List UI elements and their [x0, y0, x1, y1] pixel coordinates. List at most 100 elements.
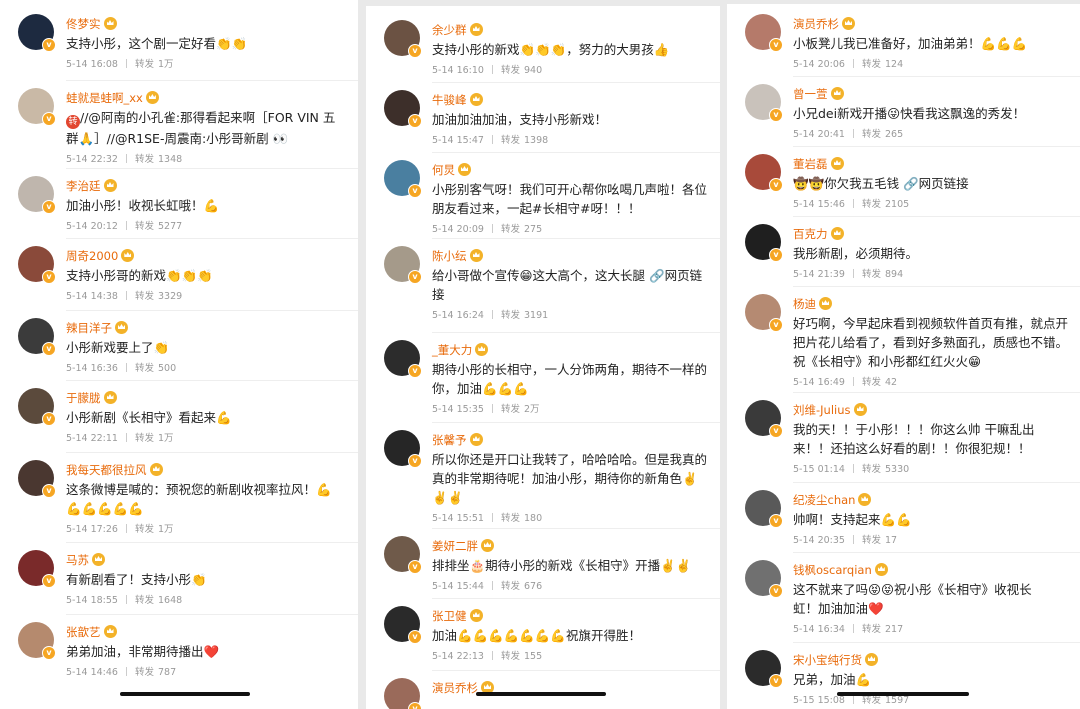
- repost-label[interactable]: 转发: [135, 667, 154, 678]
- comment-text: 朋友看过来，一起#长相守#呀！！！: [432, 201, 641, 216]
- meta-separator: [852, 129, 854, 138]
- repost-label[interactable]: 转发: [135, 154, 154, 165]
- meta-separator: [125, 595, 127, 604]
- repost-label[interactable]: 转发: [862, 377, 881, 388]
- username-link[interactable]: 张馨予: [432, 433, 467, 447]
- member-crown-icon: [475, 343, 489, 356]
- verified-badge-icon: v: [408, 630, 422, 644]
- divider: [432, 152, 720, 153]
- username-link[interactable]: 董岩磊: [793, 157, 828, 171]
- comment-meta: 5-14 21:39 转发 894: [793, 268, 1070, 282]
- repost-label[interactable]: 转发: [862, 129, 881, 140]
- meta-separator: [125, 291, 127, 300]
- home-indicator[interactable]: [476, 692, 606, 696]
- username-link[interactable]: 牛骏峰: [432, 93, 467, 107]
- username-link[interactable]: 马苏: [66, 553, 89, 567]
- meta-separator: [852, 199, 854, 208]
- username-link[interactable]: 辣目洋子: [66, 321, 112, 335]
- username-link[interactable]: 纪凌尘chan: [793, 493, 855, 507]
- username-link[interactable]: 宋小宝纯行货: [793, 653, 862, 667]
- username-link[interactable]: 演员乔杉: [432, 681, 478, 695]
- repost-count: 180: [523, 513, 543, 524]
- comment-text: 我彤新剧，必须期待。: [793, 246, 919, 261]
- comment-text: ✌️✌️: [432, 490, 464, 505]
- username-link[interactable]: 周奇2000: [66, 249, 118, 263]
- meta-separator: [125, 363, 127, 372]
- member-crown-icon: [469, 93, 483, 106]
- comment-meta: 5-15 15:08 转发 1597: [793, 694, 1070, 708]
- username-link[interactable]: 余少群: [432, 23, 467, 37]
- username-link[interactable]: 杨迪: [793, 297, 816, 311]
- username-link[interactable]: 蛙就是蛙啊_xx: [66, 91, 143, 105]
- meta-separator: [125, 154, 127, 163]
- username-link[interactable]: 演员乔杉: [793, 17, 839, 31]
- repost-label[interactable]: 转发: [501, 224, 520, 235]
- meta-separator: [852, 695, 854, 704]
- repost-label[interactable]: 转发: [135, 524, 154, 535]
- username-link[interactable]: 姜妍二胖: [432, 539, 478, 553]
- comment-column-1: v 佟梦实 支持小彤，这个剧一定好看👏👏 5-14 16:08 转发 1万 v 蛙就是蛙啊_x…: [0, 0, 358, 709]
- repost-count: 676: [523, 581, 543, 592]
- repost-label[interactable]: 转发: [135, 291, 154, 302]
- username-link[interactable]: _董大力: [432, 343, 472, 357]
- repost-label[interactable]: 转发: [862, 269, 881, 280]
- username-link[interactable]: 李治廷: [66, 179, 101, 193]
- repost-label[interactable]: 转发: [135, 433, 154, 444]
- comment-text: 真的非常期待呢！加油小彤，期待你的新角色✌️: [432, 471, 698, 486]
- repost-label[interactable]: 转发: [135, 363, 154, 374]
- repost-label[interactable]: 转发: [862, 624, 881, 635]
- repost-label[interactable]: 转发: [862, 199, 881, 210]
- comment-meta: 5-14 20:06 转发 124: [793, 58, 1070, 72]
- username-link[interactable]: 张歆艺: [66, 625, 101, 639]
- username-link[interactable]: 陈小纭: [432, 249, 467, 263]
- repost-label[interactable]: 转发: [501, 581, 520, 592]
- repost-count: 1398: [523, 135, 549, 146]
- comment-text: 小彤新剧《长相守》看起来💪: [66, 410, 232, 425]
- comment-meta: 5-14 17:26 转发 1万: [66, 523, 348, 537]
- repost-label[interactable]: 转发: [501, 310, 520, 321]
- username-link[interactable]: 刘维-Julius: [793, 403, 851, 417]
- comment-date: 5-14 22:32: [66, 154, 118, 165]
- repost-label[interactable]: 转发: [501, 513, 520, 524]
- repost-label[interactable]: 转发: [862, 59, 881, 70]
- verified-badge-icon: v: [42, 112, 56, 126]
- username-link[interactable]: 张卫健: [432, 609, 467, 623]
- repost-label[interactable]: 转发: [135, 221, 154, 232]
- comment-date: 5-14 16:36: [66, 363, 118, 374]
- repost-label[interactable]: 转发: [135, 59, 154, 70]
- repost-label[interactable]: 转发: [862, 464, 881, 475]
- username-link[interactable]: 百克力: [793, 227, 828, 241]
- repost-label[interactable]: 转发: [501, 65, 520, 76]
- repost-count: 17: [884, 535, 898, 546]
- username-link[interactable]: 曾一萱: [793, 87, 828, 101]
- comment-text: 加油小彤！收视长虹哦！💪: [66, 198, 220, 213]
- divider: [432, 238, 720, 239]
- comment-meta: 5-14 16:36 转发 500: [66, 362, 348, 376]
- home-indicator[interactable]: [837, 692, 969, 696]
- repost-label[interactable]: 转发: [501, 651, 520, 662]
- home-indicator[interactable]: [120, 692, 250, 696]
- verified-badge-icon: v: [42, 200, 56, 214]
- meta-separator: [852, 624, 854, 633]
- repost-label[interactable]: 转发: [135, 595, 154, 606]
- username-link[interactable]: 于朦胧: [66, 391, 101, 405]
- repost-label[interactable]: 转发: [862, 695, 881, 706]
- repost-count: 1348: [157, 154, 183, 165]
- repost-count: 1万: [157, 524, 174, 535]
- meta-separator: [852, 377, 854, 386]
- repost-label[interactable]: 转发: [501, 135, 520, 146]
- member-crown-icon: [121, 249, 135, 262]
- username-link[interactable]: 我每天都很拉风: [66, 463, 147, 477]
- repost-count: 2105: [884, 199, 910, 210]
- repost-label[interactable]: 转发: [501, 404, 520, 415]
- verified-badge-icon: v: [769, 38, 783, 52]
- divider: [793, 642, 1080, 643]
- comment-text: 接: [432, 287, 445, 302]
- repost-label[interactable]: 转发: [862, 535, 881, 546]
- verified-badge-icon: v: [769, 178, 783, 192]
- comment-text: 这条微博是喊的：预祝您的新剧收视率拉风！💪: [66, 482, 332, 497]
- username-link[interactable]: 佟梦实: [66, 17, 101, 31]
- username-link[interactable]: 何炅: [432, 163, 455, 177]
- comment-meta: 5-14 22:11 转发 1万: [66, 432, 348, 446]
- username-link[interactable]: 钱枫oscarqian: [793, 563, 872, 577]
